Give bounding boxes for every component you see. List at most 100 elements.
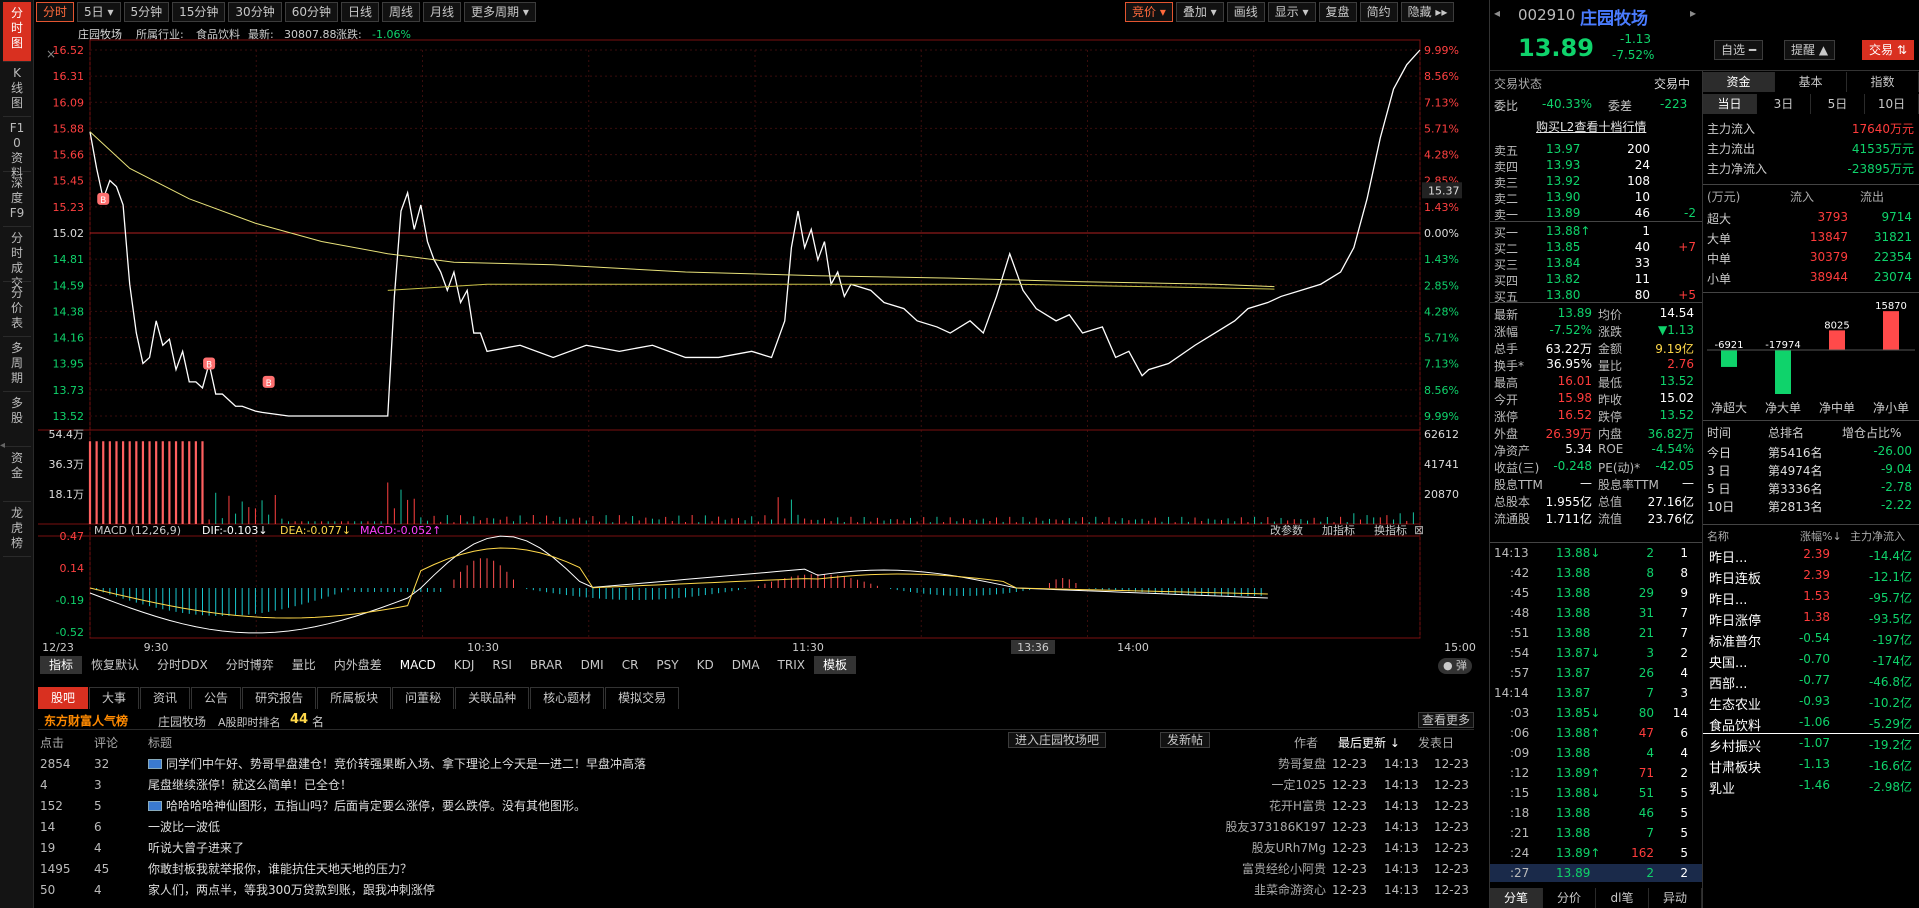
feed-title[interactable]: 同学们中午好、势哥早盘建仓！竞价转强果断入场、拿下理论上今天是一进二！早盘冲高落 [166,754,646,774]
bottom-tab[interactable]: 模拟交易 [605,687,680,709]
indicator-tab[interactable]: MACD [391,656,445,674]
period-button[interactable]: 30分钟 [228,2,282,22]
period-button[interactable]: 5日 ▾ [77,2,121,22]
indicator-tab[interactable]: KD [688,656,723,674]
period-button[interactable]: 分时 [36,2,75,22]
indicator-tab[interactable]: CR [613,656,648,674]
feed-header[interactable]: 最后更新 ↓ [1338,734,1400,751]
chart-tool-button[interactable]: 显示 ▾ [1267,2,1316,22]
left-nav-item[interactable]: K线图 [3,62,31,117]
feed-row[interactable]: 4 3 尾盘继续涨停！就这么简单！已全仓！ 一定1025 12-23 14:13 12-23 [38,775,1474,795]
feed-title[interactable]: 家人们，两点半，等我300万贷款到账，跟我冲刺涨停 [148,880,435,900]
left-nav-item[interactable]: 分时成交 [3,227,31,290]
macd-link[interactable]: 加指标 [1322,523,1355,537]
funds-subtab[interactable]: 10日 [1865,94,1919,114]
chart-tool-button[interactable]: 简约 [1359,2,1398,22]
period-button[interactable]: 60分钟 [284,2,338,22]
left-nav-item[interactable]: 分价表 [3,282,31,337]
bottom-tab[interactable]: 问董秘 [392,687,455,709]
indicator-tab[interactable]: 恢复默认 [82,656,148,674]
period-button[interactable]: 15分钟 [172,2,226,22]
left-nav-item[interactable]: F10资料 [3,117,31,180]
tick-tab[interactable]: 分笔 [1490,888,1543,908]
left-nav-item[interactable]: 资金 [3,447,31,502]
next-stock-arrow[interactable]: ▸ [1690,6,1696,20]
enter-bar-button[interactable]: 进入庄园牧场吧 [1008,732,1107,748]
feed-header[interactable]: 点击 [40,734,64,751]
period-button[interactable]: 周线 [382,2,421,22]
sector-header[interactable]: 主力净流入 [1850,528,1905,544]
indicator-tab[interactable]: TRIX [769,656,814,674]
tick-tab[interactable]: 异动 [1649,888,1702,908]
indicator-tab[interactable]: 模板 [813,656,856,674]
prev-stock-arrow[interactable]: ◂ [1494,6,1500,20]
feed-row[interactable]: 2854 32 同学们中午好、势哥早盘建仓！竞价转强果断入场、拿下理论上今天是一进二… [38,754,1474,774]
funds-subtab[interactable]: 5日 [1811,94,1865,114]
feed-title[interactable]: 哈哈哈哈神仙图形，五指山吗？后面肯定要么涨停，要么跌停。没有其他图形。 [166,796,586,816]
close-macd-icon[interactable]: ⊠ [1414,523,1424,537]
alert-button[interactable]: 提醒 ▲ [1784,40,1836,60]
indicator-tab[interactable]: 分时博弈 [217,656,283,674]
chart-tool-button[interactable]: 隐藏 ▸▸ [1400,2,1455,22]
funds-tab[interactable]: 基本 [1775,72,1847,92]
feed-header[interactable]: 作者 [1294,734,1318,751]
l2-link[interactable]: 购买L2查看十档行情 [1536,118,1646,135]
tick-tab[interactable]: dl笔 [1596,888,1649,908]
feed-row[interactable]: 50 4 家人们，两点半，等我300万贷款到账，跟我冲刺涨停 韭菜命游资心 12-23 1… [38,880,1474,900]
indicator-tab[interactable]: PSY [647,656,687,674]
close-icon[interactable]: × [46,47,56,61]
collapse-left-handle[interactable]: ◂ [0,440,6,460]
bottom-tab[interactable]: 资讯 [140,687,191,709]
feed-row[interactable]: 1495 45 你敢封板我就举报你，谁能抗住天地天地的压力？ 富贵经纶小阿贵 12-23… [38,859,1474,879]
sector-header[interactable]: 名称 [1707,528,1729,544]
indicator-tab[interactable]: 内外盘差 [325,656,391,674]
indicator-tab[interactable]: 分时DDX [148,656,217,674]
funds-tab[interactable]: 指数 [1847,72,1919,92]
feed-title[interactable]: 一波比一波低 [148,817,220,837]
period-button[interactable]: 更多周期 ▾ [464,2,536,22]
indicator-tab[interactable]: KDJ [445,656,484,674]
left-nav-item[interactable]: 分时图 [3,2,31,62]
tick-tab[interactable]: 分价 [1543,888,1596,908]
bottom-tab[interactable]: 股吧 [38,687,89,709]
chart-tool-button[interactable]: 叠加 ▾ [1175,2,1224,22]
macd-link[interactable]: 换指标 [1374,523,1407,537]
bottom-tab[interactable]: 关联品种 [455,687,530,709]
bottom-tab[interactable]: 研究报告 [242,687,317,709]
indicator-tab[interactable]: DMI [572,656,613,674]
chart-tool-button[interactable]: 画线 [1226,2,1265,22]
new-post-button[interactable]: 发新帖 [1160,732,1211,748]
popup-toggle[interactable]: ● 弹 [1438,658,1472,674]
sector-header[interactable]: 涨幅%↓ [1800,528,1842,544]
indicator-tab[interactable]: BRAR [521,656,572,674]
indicator-tab[interactable]: DMA [723,656,769,674]
left-nav-item[interactable]: 深度F9 [3,172,31,227]
feed-row[interactable]: 152 5 哈哈哈哈神仙图形，五指山吗？后面肯定要么涨停，要么跌停。没有其他图形。 花… [38,796,1474,816]
funds-tab[interactable]: 资金 [1703,72,1775,92]
bottom-tab[interactable]: 所属板块 [317,687,392,709]
indicator-tab[interactable]: 量比 [283,656,325,674]
bottom-tab[interactable]: 核心题材 [530,687,605,709]
feed-title[interactable]: 听说大曾子进来了 [148,838,244,858]
feed-header[interactable]: 标题 [148,734,172,751]
chart-tool-button[interactable]: 竞价 ▾ [1125,2,1173,22]
period-button[interactable]: 月线 [423,2,462,22]
bottom-tab[interactable]: 大事 [89,687,140,709]
indicator-tab[interactable]: RSI [483,656,521,674]
funds-subtab[interactable]: 当日 [1703,94,1757,114]
feed-title[interactable]: 尾盘继续涨停！就这么简单！已全仓！ [148,775,352,795]
feed-row[interactable]: 14 6 一波比一波低 股友373186K197 12-23 14:13 12-23 [38,817,1474,837]
funds-subtab[interactable]: 3日 [1757,94,1811,114]
chart-tool-button[interactable]: 复盘 [1318,2,1357,22]
bottom-tab[interactable]: 公告 [191,687,242,709]
feed-header[interactable]: 发表日 [1418,734,1454,751]
watchlist-button[interactable]: 自选 ━ [1714,40,1764,60]
trade-button[interactable]: 交易 ⇅ [1862,40,1914,60]
indicator-tab[interactable]: 指标 [40,656,83,674]
feed-title[interactable]: 你敢封板我就举报你，谁能抗住天地天地的压力？ [148,859,412,879]
period-button[interactable]: 日线 [340,2,379,22]
left-nav-item[interactable]: 龙虎榜 [3,502,31,557]
left-nav-item[interactable]: 多股 [3,392,31,447]
macd-link[interactable]: 改参数 [1270,523,1303,537]
feed-row[interactable]: 19 4 听说大曾子进来了 股友URh7Mg 12-23 14:13 12-23 [38,838,1474,858]
